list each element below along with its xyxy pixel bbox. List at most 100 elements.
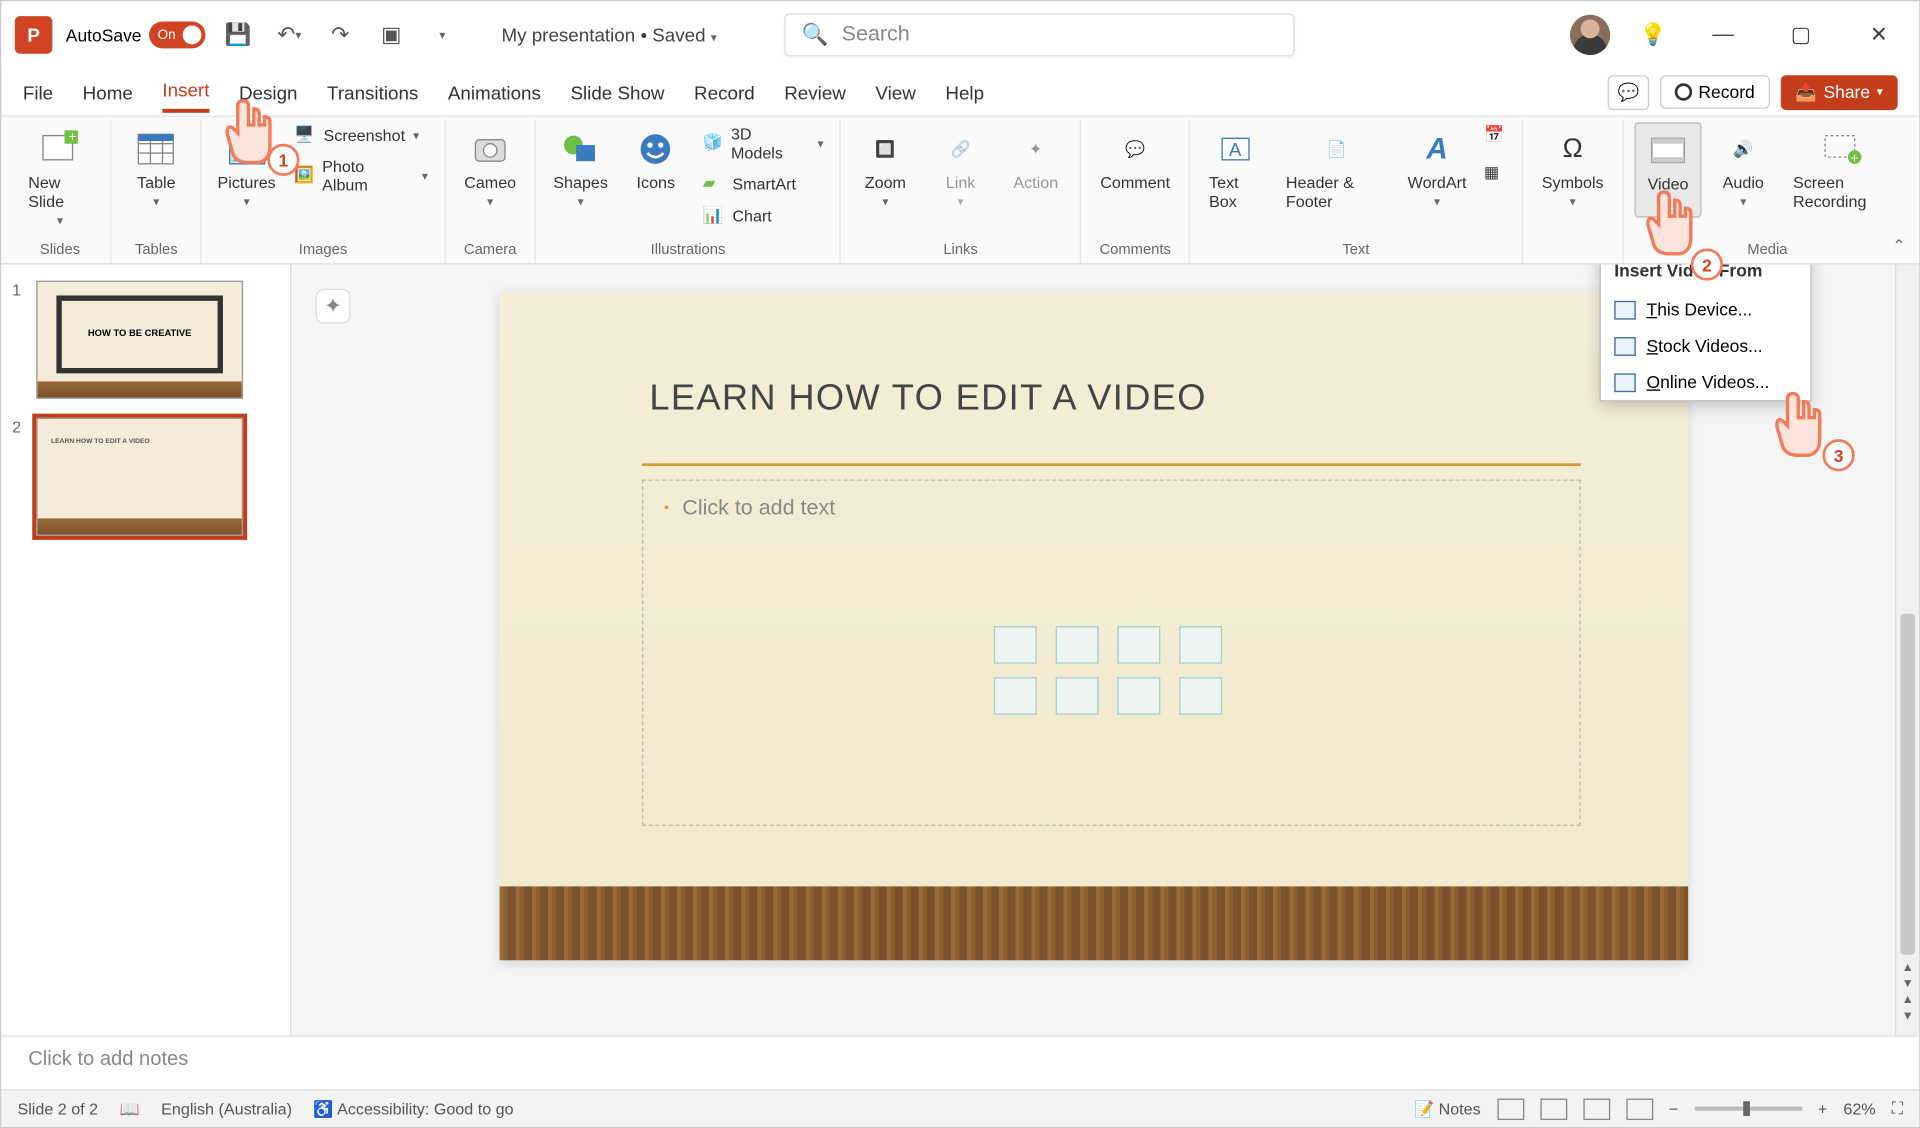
stock-icon <box>1614 336 1635 355</box>
new-slide-button[interactable]: + New Slide▾ <box>20 122 100 233</box>
video-button[interactable]: Video▾ <box>1634 122 1701 217</box>
new-slide-icon: + <box>39 128 82 171</box>
wordart-button[interactable]: AWordArt▾ <box>1403 122 1470 215</box>
collapse-ribbon-icon[interactable]: ⌃ <box>1892 236 1906 255</box>
ph-cameo-icon[interactable] <box>994 677 1037 715</box>
pictures-button[interactable]: Pictures▾ <box>213 122 281 215</box>
action-button[interactable]: ✦Action <box>1002 122 1069 197</box>
tab-record[interactable]: Record <box>694 73 755 111</box>
share-button[interactable]: 📤 Share ▾ <box>1780 75 1897 110</box>
audio-button[interactable]: 🔊Audio▾ <box>1710 122 1777 215</box>
minimize-button[interactable]: — <box>1696 15 1750 55</box>
smartart-icon: ▰ <box>703 173 724 194</box>
wordart-icon: A <box>1416 128 1459 171</box>
shapes-icon <box>559 128 602 171</box>
autosave-label: AutoSave <box>66 25 142 45</box>
vertical-scrollbar[interactable]: ▲▼▲▼ <box>1895 265 1919 1036</box>
link-button[interactable]: 🔗Link▾ <box>927 122 994 215</box>
ph-picture-icon[interactable] <box>1056 626 1099 664</box>
slide-counter[interactable]: Slide 2 of 2 <box>17 1099 98 1118</box>
tab-insert[interactable]: Insert <box>162 71 209 113</box>
sorter-view-icon[interactable] <box>1540 1098 1567 1119</box>
thumbnail-1[interactable]: HOW TO BE CREATIVE <box>36 281 243 399</box>
smartart-button[interactable]: ▰SmartArt <box>697 171 829 198</box>
content-placeholder[interactable]: Click to add text <box>641 479 1580 825</box>
spellcheck-icon[interactable]: 📖 <box>120 1099 140 1118</box>
text-box-button[interactable]: AText Box <box>1201 122 1270 216</box>
icons-button[interactable]: Icons <box>622 122 689 197</box>
svg-text:+: + <box>68 130 76 144</box>
document-title[interactable]: My presentation • Saved ▾ <box>501 24 716 45</box>
redo-icon[interactable]: ↷ <box>321 16 359 54</box>
zoom-in-button[interactable]: + <box>1818 1099 1827 1118</box>
reading-view-icon[interactable] <box>1583 1098 1610 1119</box>
fit-to-window-icon[interactable]: ⛶ <box>1892 1099 1903 1119</box>
shapes-button[interactable]: Shapes▾ <box>547 122 614 215</box>
notes-toggle[interactable]: 📝 Notes <box>1414 1099 1481 1118</box>
cameo-button[interactable]: Cameo▾ <box>456 122 524 215</box>
video-dropdown-menu: Insert Video From This Device... Stock V… <box>1600 265 1812 402</box>
zoom-button[interactable]: 🔲Zoom▾ <box>852 122 919 215</box>
present-from-start-icon[interactable]: ▣ <box>373 16 411 54</box>
menu-online-videos[interactable]: Online Videos... <box>1601 364 1811 400</box>
screenshot-button[interactable]: 🖥️Screenshot ▾ <box>289 122 434 149</box>
tab-view[interactable]: View <box>875 73 915 111</box>
thumbnail-2[interactable]: LEARN HOW TO EDIT A VIDEO <box>36 418 243 536</box>
table-button[interactable]: Table▾ <box>123 122 190 215</box>
tab-file[interactable]: File <box>23 73 53 111</box>
avatar[interactable] <box>1570 15 1610 55</box>
tab-animations[interactable]: Animations <box>448 73 541 111</box>
notes-pane[interactable]: Click to add notes <box>1 1035 1919 1089</box>
menu-this-device[interactable]: This Device... <box>1601 291 1811 327</box>
menu-stock-videos[interactable]: Stock Videos... <box>1601 328 1811 364</box>
date-time-button[interactable]: 📅 <box>1479 122 1511 149</box>
language-status[interactable]: English (Australia) <box>161 1099 292 1118</box>
tab-home[interactable]: Home <box>83 73 133 111</box>
ph-icon-icon[interactable] <box>1117 626 1160 664</box>
comments-button[interactable]: 💬 <box>1608 75 1649 110</box>
slide-thumbnails: 1 HOW TO BE CREATIVE 2 LEARN HOW TO EDIT… <box>1 265 291 1036</box>
ph-chart-icon[interactable] <box>1179 677 1222 715</box>
tab-help[interactable]: Help <box>945 73 984 111</box>
header-footer-button[interactable]: 📄Header & Footer <box>1278 122 1396 216</box>
tab-review[interactable]: Review <box>784 73 846 111</box>
slide-canvas[interactable]: ✦ LEARN HOW TO EDIT A VIDEO Click to add… <box>291 265 1895 1036</box>
save-icon[interactable]: 💾 <box>219 16 257 54</box>
zoom-slider[interactable] <box>1694 1107 1801 1111</box>
symbols-button[interactable]: ΩSymbols▾ <box>1534 122 1612 215</box>
undo-icon[interactable]: ↶▾ <box>270 16 308 54</box>
photo-album-button[interactable]: 🖼️Photo Album ▾ <box>289 154 434 197</box>
zoom-level[interactable]: 62% <box>1843 1099 1875 1118</box>
zoom-out-button[interactable]: − <box>1669 1099 1678 1118</box>
record-button[interactable]: Record <box>1659 75 1769 109</box>
screen-recording-button[interactable]: +Screen Recording <box>1785 122 1900 216</box>
ph-smartart-icon[interactable] <box>1179 626 1222 664</box>
online-icon <box>1614 373 1635 392</box>
tab-slideshow[interactable]: Slide Show <box>570 73 664 111</box>
ph-table-icon[interactable] <box>1117 677 1160 715</box>
chart-button[interactable]: 📊Chart <box>697 203 829 230</box>
object-button[interactable]: ▦ <box>1479 160 1511 187</box>
slide-title[interactable]: LEARN HOW TO EDIT A VIDEO <box>649 377 1206 419</box>
comment-button[interactable]: 💬Comment <box>1092 122 1178 197</box>
normal-view-icon[interactable] <box>1497 1098 1524 1119</box>
header-footer-icon: 📄 <box>1315 128 1358 171</box>
ph-stock-image-icon[interactable] <box>994 626 1037 664</box>
title-bar: P AutoSave On 💾 ↶▾ ↷ ▣ ▾ My presentation… <box>1 1 1919 68</box>
search-input[interactable]: 🔍 Search <box>784 13 1294 56</box>
chart-icon: 📊 <box>703 205 724 226</box>
accessibility-status[interactable]: ♿ Accessibility: Good to go <box>313 1099 513 1118</box>
tab-design[interactable]: Design <box>239 73 298 111</box>
slideshow-view-icon[interactable] <box>1626 1098 1653 1119</box>
svg-text:A: A <box>1229 139 1242 160</box>
tab-transitions[interactable]: Transitions <box>327 73 418 111</box>
ph-video-icon[interactable] <box>1056 677 1099 715</box>
autosave-toggle[interactable]: On <box>150 21 206 48</box>
copilot-icon[interactable]: ✦ <box>316 289 351 324</box>
comment-icon: 💬 <box>1114 128 1157 171</box>
3d-models-button[interactable]: 🧊3D Models ▾ <box>697 122 829 165</box>
qat-more-icon[interactable]: ▾ <box>424 16 462 54</box>
close-button[interactable]: ✕ <box>1852 15 1906 55</box>
maximize-button[interactable]: ▢ <box>1774 15 1828 55</box>
lightbulb-icon[interactable]: 💡 <box>1634 16 1672 54</box>
